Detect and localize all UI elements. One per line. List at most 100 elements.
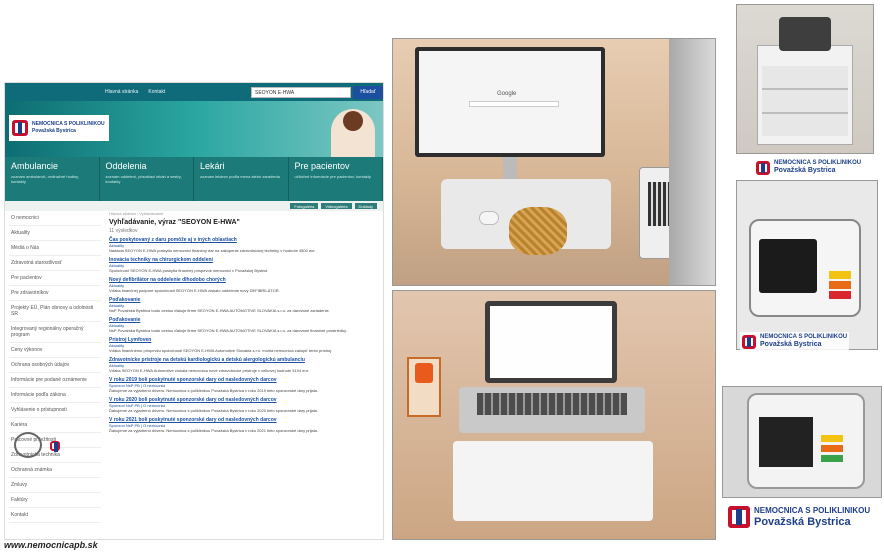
result-description: Vďaka SEOYON E-HWA Automotive získala ne… — [109, 368, 309, 373]
result-item: Poďakovanie Aktuality NsP Považská Bystric… — [109, 297, 379, 313]
result-item: V roku 2019 boli poskytnuté sponzorské d… — [109, 377, 379, 393]
nav-title: Lekári — [200, 161, 225, 171]
monitor-device — [779, 17, 831, 51]
monitor-screen: Google — [419, 51, 601, 153]
photo-monitor-ecg: Google — [392, 38, 716, 286]
brand-name: NEMOCNICA S POLIKLINIKOU — [774, 160, 862, 166]
search-results: Hlavná stránka › Vyhľadávanie Vyhľadávan… — [109, 211, 379, 437]
sidebar-item[interactable]: Integrovaný regionálny operačný program — [9, 322, 101, 343]
sidebar: O nemocnici Aktuality Médiá o Nás Zdravotná… — [9, 211, 101, 523]
nav-oddelenia[interactable]: Oddelenia zoznam oddelení, pôsobiaci leká… — [100, 157, 194, 201]
device-box — [407, 357, 441, 417]
sidebar-item[interactable]: Aktuality — [9, 226, 101, 241]
main-nav: Ambulancie zoznam ambulancií, ordinačné h… — [5, 157, 383, 201]
tab-fotogaleria[interactable]: Fotogaléria — [290, 203, 319, 209]
site-hero: NEMOCNICA S POLIKLINIKOU Považská Bystri… — [5, 101, 383, 157]
screen-search-bar — [469, 101, 559, 107]
gallery-tabs: Fotogaléria Videogaléria Doklady — [5, 201, 383, 211]
monitor: Google — [415, 47, 605, 157]
screen-text: Google — [497, 91, 517, 97]
site-logo[interactable]: NEMOCNICA S POLIKLINIKOU Považská Bystri… — [9, 115, 109, 141]
red-button — [829, 291, 851, 299]
result-description: Vďaka finančnému príspevku spoločnosti S… — [109, 348, 333, 353]
sidebar-item[interactable]: Ceny výkonov — [9, 343, 101, 358]
doctor-image — [331, 109, 375, 157]
defibrillator — [749, 219, 861, 317]
yellow-button — [829, 271, 851, 279]
sidebar-item[interactable]: Ochranná známka — [9, 463, 101, 478]
desk-cover — [453, 441, 653, 521]
brand-logo-2: NEMOCNICA S POLIKLINIKOU Považská Bystri… — [740, 332, 850, 351]
tab-doklady[interactable]: Doklady — [354, 203, 377, 209]
topbar-contact-link[interactable]: Kontakt — [148, 89, 165, 95]
sidebar-item[interactable]: Ochrana osobných údajov — [9, 358, 101, 373]
laptop-screen — [485, 301, 617, 383]
result-description: NsP Považská Bystrica touto cestou ďakuj… — [109, 308, 330, 313]
result-description: Vďaka finančnej podpore spoločnosti SEOY… — [109, 288, 280, 293]
nav-subtitle: zoznam oddelení, pôsobiaci lekári a sest… — [105, 174, 182, 184]
result-item: V roku 2021 boli poskytnuté sponzorské d… — [109, 417, 379, 433]
breadcrumb[interactable]: Hlavná stránka › Vyhľadávanie — [109, 211, 379, 216]
sidebar-item[interactable]: Informácie podľa zákona — [9, 388, 101, 403]
brand-logo-3: NEMOCNICA S POLIKLINIKOU Považská Bystri… — [728, 506, 870, 528]
sidebar-item[interactable]: Informácie pre podané oznámenie — [9, 373, 101, 388]
sidebar-item[interactable]: Kontakt — [9, 508, 101, 523]
hospital-logo-icon — [50, 441, 60, 452]
photo-laptop — [392, 290, 716, 540]
nav-ambulancie[interactable]: Ambulancie zoznam ambulancií, ordinačné h… — [5, 157, 100, 201]
search-button[interactable]: Hľadať — [353, 86, 383, 99]
hospital-logo-icon — [12, 120, 28, 136]
nav-lekari[interactable]: Lekári zoznam lekárov podľa mena alebo za… — [194, 157, 289, 201]
sidebar-item[interactable]: Faktúry — [9, 493, 101, 508]
result-item: Poďakovanie Aktuality NsP Považská Bystric… — [109, 317, 379, 333]
hospital-logo-icon — [756, 160, 770, 175]
nav-title: Oddelenia — [105, 161, 147, 171]
result-item: Čas poskytovaný z daru pomôže aj v iných… — [109, 237, 379, 253]
result-item: Nový defibrilátor na oddelenie dlhodobo … — [109, 277, 379, 293]
footer-url: www.nemocnicapb.sk — [4, 540, 98, 550]
brand-name: NEMOCNICA S POLIKLINIKOU — [760, 334, 848, 340]
hospital-logo-icon — [728, 506, 750, 528]
sidebar-item[interactable]: Médiá o Nás — [9, 241, 101, 256]
curtain — [669, 39, 715, 285]
result-description: Ďakujeme za vyjadrenú dôveru. Nemocnica … — [109, 408, 318, 413]
result-item: Inovácia techniky na chirurgickom oddele… — [109, 257, 379, 273]
small-logo — [50, 438, 86, 454]
monitor-stand — [503, 157, 517, 179]
mouse — [479, 211, 499, 225]
nav-subtitle: zoznam ambulancií, ordinačné hodiny, kon… — [11, 174, 79, 184]
sidebar-item[interactable]: Projekty EÚ, Plán obnovy a odolnosti SR — [9, 301, 101, 322]
nav-title: Ambulancie — [11, 161, 59, 171]
seal-image — [14, 432, 42, 458]
sidebar-item[interactable]: Pre pacientov — [9, 271, 101, 286]
sidebar-item[interactable]: Pre zdravotníkov — [9, 286, 101, 301]
yellow-button — [821, 435, 843, 442]
sidebar-item[interactable]: Zmluvy — [9, 478, 101, 493]
result-item: V roku 2020 boli poskytnuté sponzorské d… — [109, 397, 379, 413]
orange-button — [829, 281, 851, 289]
ecg-cables — [509, 207, 567, 255]
photo-defibrillator — [736, 180, 878, 350]
website-screenshot: Hlavná stránka Kontakt SEOYON E-HWA Hľad… — [4, 82, 384, 540]
nav-title: Pre pacientov — [294, 161, 350, 171]
result-item: Zdravotnícke prístroje na detskú kardiol… — [109, 357, 379, 373]
defibrillator — [747, 393, 865, 489]
hospital-logo-icon — [742, 334, 756, 349]
sidebar-item[interactable]: Vyhlásenie o prístupnosti — [9, 403, 101, 418]
orange-button — [821, 445, 843, 452]
sidebar-item[interactable]: Zdravotná starostlivosť — [9, 256, 101, 271]
result-count: 11 výsledkov — [109, 228, 138, 234]
brand-logo-1: NEMOCNICA S POLIKLINIKOU Považská Bystri… — [756, 160, 861, 175]
photo-cart — [736, 4, 874, 154]
search-input[interactable]: SEOYON E-HWA — [251, 87, 351, 98]
sidebar-item[interactable]: Kariéra — [9, 418, 101, 433]
photo-defibrillator-2 — [722, 386, 882, 498]
topbar-home-link[interactable]: Hlavná stránka — [105, 89, 138, 95]
tab-videogaleria[interactable]: Videogaléria — [321, 203, 352, 209]
nav-pre-pacientov[interactable]: Pre pacientov užitočné informácie pre pac… — [289, 157, 383, 201]
sidebar-item[interactable]: O nemocnici — [9, 211, 101, 226]
nav-subtitle: zoznam lekárov podľa mena alebo zaradeni… — [200, 174, 280, 179]
medical-cart — [757, 45, 853, 145]
result-description: Ďakujeme za vyjadrenú dôveru. Nemocnica … — [109, 428, 318, 433]
brand-city: Považská Bystrica — [774, 167, 836, 174]
